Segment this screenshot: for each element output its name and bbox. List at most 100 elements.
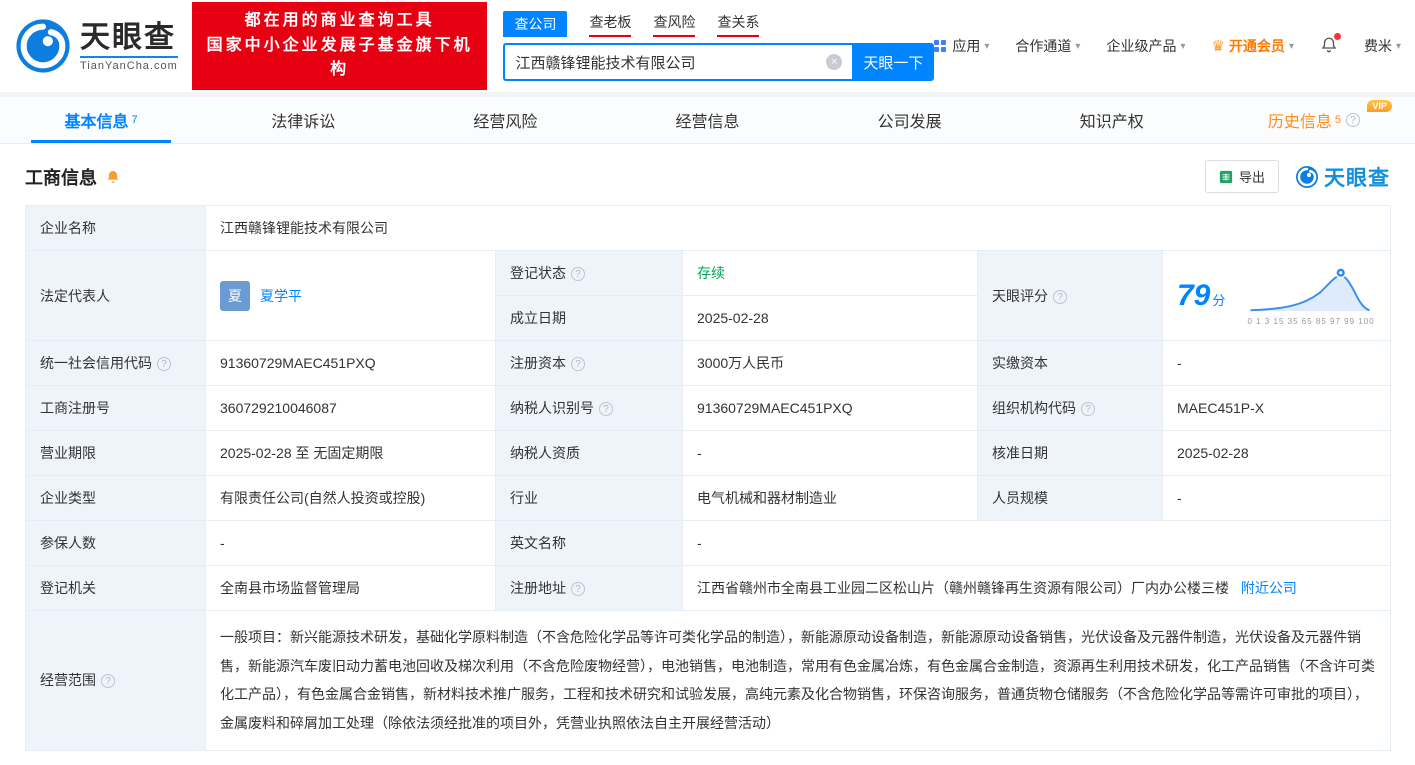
table-row: 法定代表人 夏 夏学平 登记状态? 存续 天眼评分? 79 分 0 1 3 15… bbox=[25, 250, 1392, 341]
tab-intellectual-property-label: 知识产权 bbox=[1079, 114, 1144, 131]
tab-basic-info[interactable]: 基本信息 7 bbox=[0, 97, 202, 143]
taxpayer-id-label-text: 纳税人识别号 bbox=[510, 400, 594, 416]
table-row: 经营范围? 一般项目：新兴能源技术研发，基础化学原料制造（不含危险化学品等许可类… bbox=[25, 610, 1392, 751]
nav-user[interactable]: 费米 ▾ bbox=[1364, 36, 1401, 56]
table-row: 参保人数 - 英文名称 - bbox=[25, 520, 1392, 566]
search-tab-boss[interactable]: 查老板 bbox=[589, 12, 632, 37]
tab-history-info[interactable]: VIP 历史信息 5 ? bbox=[1213, 97, 1415, 143]
nearby-companies-link[interactable]: 附近公司 bbox=[1241, 580, 1297, 596]
export-button[interactable]: 导出 bbox=[1204, 160, 1279, 193]
field-value-reg-address: 江西省赣州市全南县工业园二区松山片（赣州赣锋再生资源有限公司）厂内办公楼三楼 附… bbox=[681, 565, 1392, 611]
field-value-taxpayer-id: 91360729MAEC451PXQ bbox=[682, 385, 978, 431]
header: 天眼查 TianYanCha.com 都在用的商业查询工具 国家中小企业发展子基… bbox=[0, 0, 1415, 92]
help-icon[interactable]: ? bbox=[1053, 289, 1067, 304]
search-input[interactable] bbox=[503, 43, 853, 81]
field-label-org-code: 组织机构代码? bbox=[977, 385, 1163, 431]
legal-rep-link[interactable]: 夏学平 bbox=[260, 286, 302, 306]
search-button[interactable]: 天眼一下 bbox=[852, 43, 935, 81]
table-row: 工商注册号 360729210046087 纳税人识别号? 91360729MA… bbox=[25, 385, 1392, 431]
reg-status-label-text: 登记状态 bbox=[510, 265, 566, 281]
field-value-score: 79 分 0 1 3 15 35 65 85 97 99 100 bbox=[1161, 250, 1392, 341]
chevron-down-icon: ▾ bbox=[1075, 40, 1081, 52]
brand-name: 天眼查 bbox=[80, 20, 176, 54]
tab-legal-litigation[interactable]: 法律诉讼 bbox=[202, 97, 404, 143]
status-badge: 存续 bbox=[697, 265, 725, 281]
field-label-company-type: 企业类型 bbox=[25, 475, 206, 521]
field-label-reg-number: 工商注册号 bbox=[25, 385, 206, 431]
chevron-down-icon: ▾ bbox=[1395, 40, 1401, 52]
nav-cooperation[interactable]: 合作通道 ▾ bbox=[1015, 36, 1080, 56]
tab-company-development[interactable]: 公司发展 bbox=[809, 97, 1011, 143]
field-value-company-type: 有限责任公司(自然人投资或控股) bbox=[205, 475, 496, 521]
reg-address-text: 江西省赣州市全南县工业园二区松山片（赣州赣锋再生资源有限公司）厂内办公楼三楼 bbox=[697, 580, 1229, 596]
tab-history-info-label: 历史信息 bbox=[1267, 114, 1332, 131]
search-area: 查公司 查老板 查风险 查关系 × 天眼一下 bbox=[503, 11, 935, 81]
business-scope-label-text: 经营范围 bbox=[40, 672, 96, 689]
search-tab-relation[interactable]: 查关系 bbox=[717, 12, 760, 37]
tab-history-info-badge: 5 bbox=[1334, 114, 1341, 126]
tab-intellectual-property[interactable]: 知识产权 bbox=[1011, 97, 1213, 143]
field-value-credit-code: 91360729MAEC451PXQ bbox=[205, 340, 496, 386]
subscribe-bell-icon[interactable] bbox=[105, 169, 121, 185]
notification-bell[interactable] bbox=[1320, 32, 1341, 57]
field-value-reg-authority: 全南县市场监督管理局 bbox=[205, 565, 496, 611]
field-label-business-scope: 经营范围? bbox=[25, 610, 206, 751]
legal-rep-avatar[interactable]: 夏 bbox=[220, 280, 250, 311]
field-value-company-name: 江西赣锋锂能技术有限公司 bbox=[204, 205, 1392, 251]
field-label-english-name: 英文名称 bbox=[495, 520, 683, 566]
search-tab-risk[interactable]: 查风险 bbox=[653, 12, 696, 37]
nav-apps[interactable]: 应用 ▾ bbox=[934, 36, 989, 56]
business-info-table: 企业名称 江西赣锋锂能技术有限公司 法定代表人 夏 夏学平 登记状态? 存续 天… bbox=[25, 205, 1392, 751]
nav-open-vip[interactable]: ♛ 开通会员 ▾ bbox=[1211, 36, 1293, 56]
table-row: 营业期限 2025-02-28 至 无固定期限 纳税人资质 - 核准日期 202… bbox=[25, 430, 1392, 476]
tianyancha-eye-icon bbox=[16, 19, 70, 73]
help-icon[interactable]: ? bbox=[599, 402, 613, 416]
help-icon[interactable]: ? bbox=[157, 357, 171, 371]
help-icon[interactable]: ? bbox=[1345, 113, 1360, 127]
field-value-establish-date: 2025-02-28 bbox=[682, 295, 978, 341]
search-row: × 天眼一下 bbox=[503, 43, 935, 81]
export-label: 导出 bbox=[1238, 170, 1265, 185]
tab-operation-risk-label: 经营风险 bbox=[473, 114, 538, 131]
score-chart: 0 1 3 15 35 65 85 97 99 100 bbox=[1246, 266, 1376, 326]
table-row: 企业名称 江西赣锋锂能技术有限公司 bbox=[25, 205, 1392, 251]
tab-basic-info-badge: 7 bbox=[131, 114, 138, 126]
tab-operation-risk[interactable]: 经营风险 bbox=[404, 97, 606, 143]
field-value-insured-count: - bbox=[205, 520, 496, 566]
chevron-down-icon: ▾ bbox=[1288, 40, 1294, 52]
help-icon[interactable]: ? bbox=[101, 674, 115, 689]
search-tab-company[interactable]: 查公司 bbox=[503, 11, 568, 37]
nav-user-label: 费米 bbox=[1363, 38, 1392, 54]
search-tabs: 查公司 查老板 查风险 查关系 bbox=[503, 11, 934, 37]
tab-operation-info[interactable]: 经营信息 bbox=[606, 97, 808, 143]
nav-enterprise[interactable]: 企业级产品 ▾ bbox=[1106, 36, 1185, 56]
help-icon[interactable]: ? bbox=[571, 582, 585, 596]
field-label-reg-status: 登记状态? bbox=[495, 250, 683, 296]
score-unit: 分 bbox=[1212, 292, 1226, 308]
slogan-banner: 都在用的商业查询工具 国家中小企业发展子基金旗下机构 bbox=[191, 1, 488, 91]
field-value-approval-date: 2025-02-28 bbox=[1161, 430, 1392, 476]
table-row: 企业类型 有限责任公司(自然人投资或控股) 行业 电气机械和器材制造业 人员规模… bbox=[25, 475, 1392, 521]
watermark-text: 天眼查 bbox=[1324, 166, 1390, 190]
nav-cooperation-label: 合作通道 bbox=[1015, 38, 1072, 54]
help-icon[interactable]: ? bbox=[571, 357, 585, 371]
field-value-reg-number: 360729210046087 bbox=[205, 385, 496, 431]
chevron-down-icon: ▾ bbox=[1180, 40, 1186, 52]
section-title: 工商信息 bbox=[25, 167, 97, 188]
field-value-taxpayer-qualification: - bbox=[682, 430, 978, 476]
help-icon[interactable]: ? bbox=[571, 267, 585, 281]
nav-enterprise-label: 企业级产品 bbox=[1106, 38, 1177, 54]
section-head-right: 导出 天眼查 bbox=[1204, 160, 1390, 193]
field-label-insured-count: 参保人数 bbox=[25, 520, 206, 566]
crown-icon: ♛ bbox=[1211, 38, 1225, 55]
section-head: 工商信息 导出 天眼查 bbox=[0, 144, 1415, 205]
field-label-staff-size: 人员规模 bbox=[977, 475, 1163, 521]
field-label-establish-date: 成立日期 bbox=[495, 295, 683, 341]
tab-basic-info-label: 基本信息 bbox=[64, 114, 129, 131]
field-value-staff-size: - bbox=[1161, 475, 1392, 521]
field-value-industry: 电气机械和器材制造业 bbox=[682, 475, 978, 521]
help-icon[interactable]: ? bbox=[1081, 402, 1095, 416]
tianyancha-logo[interactable]: 天眼查 TianYanCha.com bbox=[14, 17, 178, 75]
field-value-business-term: 2025-02-28 至 无固定期限 bbox=[205, 430, 496, 476]
company-tabbar: 基本信息 7 法律诉讼 经营风险 经营信息 公司发展 知识产权 VIP 历史信息… bbox=[0, 97, 1415, 144]
